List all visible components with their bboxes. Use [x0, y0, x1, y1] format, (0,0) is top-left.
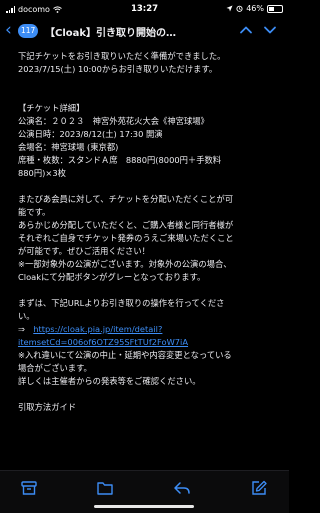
previous-message-chevron-up-icon[interactable] [238, 22, 254, 38]
body-line: が可能です。ぜひご活用ください！ [18, 246, 150, 256]
body-line: い。 [18, 311, 35, 321]
alarm-icon [236, 5, 243, 12]
body-line: 2023/7/15(土) 10:00からお引き取りいただけます。 [18, 64, 218, 74]
home-indicator [94, 505, 194, 508]
ticket-detail-heading: 【チケット詳細】 [18, 103, 85, 113]
battery-icon [267, 4, 283, 13]
next-message-chevron-down-icon[interactable] [262, 22, 278, 38]
body-line: Cloakにて分配ボタンがグレーとなっております。 [18, 272, 206, 282]
body-line: 場合がございます。 [18, 363, 92, 373]
body-line: 詳しくは主催者からの発表等をご確認ください。 [18, 376, 201, 386]
body-line: あらかじめ分配していただくと、ご購入者様と同行者様が [18, 220, 234, 230]
pickup-link[interactable]: https://cloak.pia.jp/item/detail? [33, 324, 162, 334]
back-chevron-icon[interactable]: ‹ [5, 22, 12, 39]
location-icon [226, 5, 233, 12]
unread-count-badge[interactable]: 117 [18, 24, 39, 38]
body-line: 公演名：２０２３ 神宮外苑花火大会《神宮球場》 [18, 116, 209, 126]
mail-header: ‹ 117 【Cloak】引き取り開始の… [0, 18, 289, 46]
body-line: 下記チケットをお引き取りいただく準備ができました。 [18, 51, 226, 61]
body-line: 公演日時：2023/8/12(土) 17:30 開演 [18, 129, 163, 139]
body-line: 能です。 [18, 207, 51, 217]
pickup-link-continued[interactable]: itemsetCd=006of6OTZ95SFtTUf2FoW7iA [18, 337, 188, 347]
status-bar: docomo 13:27 46% [0, 0, 289, 18]
archive-icon[interactable] [20, 479, 38, 497]
body-line: またびあ会員に対して、チケットを分配いただくことが可 [18, 194, 234, 204]
bottom-toolbar [0, 470, 289, 513]
mail-subject: 【Cloak】引き取り開始の… [45, 28, 177, 39]
body-line: 880円)×3枚 [18, 168, 66, 178]
body-line: ※入れ違いにて公演の中止・延期や内容変更となっている [18, 350, 232, 360]
body-line: ※一部対象外の公演がございます。対象外の公演の場合、 [18, 259, 232, 269]
reply-icon[interactable] [173, 479, 191, 497]
compose-icon[interactable] [250, 479, 268, 497]
body-line: それぞれご自身でチケット発券のうえご来場いただくこと [18, 233, 234, 243]
status-right: 46% [226, 4, 283, 13]
body-line: まずは、下記URLよりお引き取りの操作を行ってくださ [18, 298, 225, 308]
body-line: 席種・枚数：スタンドＡ席 8880円(8000円＋手数料 [18, 155, 222, 165]
arrow-prefix: ⇒ [18, 324, 34, 334]
body-line: 会場名：神宮球場 (東京都) [18, 142, 119, 152]
mail-body: 下記チケットをお引き取りいただく準備ができました。 2023/7/15(土) 1… [18, 50, 280, 414]
guide-heading: 引取方法ガイド [18, 402, 77, 412]
battery-percent: 46% [246, 4, 264, 13]
link-line: ⇒ https://cloak.pia.jp/item/detail? [18, 323, 280, 336]
folder-icon[interactable] [96, 479, 114, 497]
